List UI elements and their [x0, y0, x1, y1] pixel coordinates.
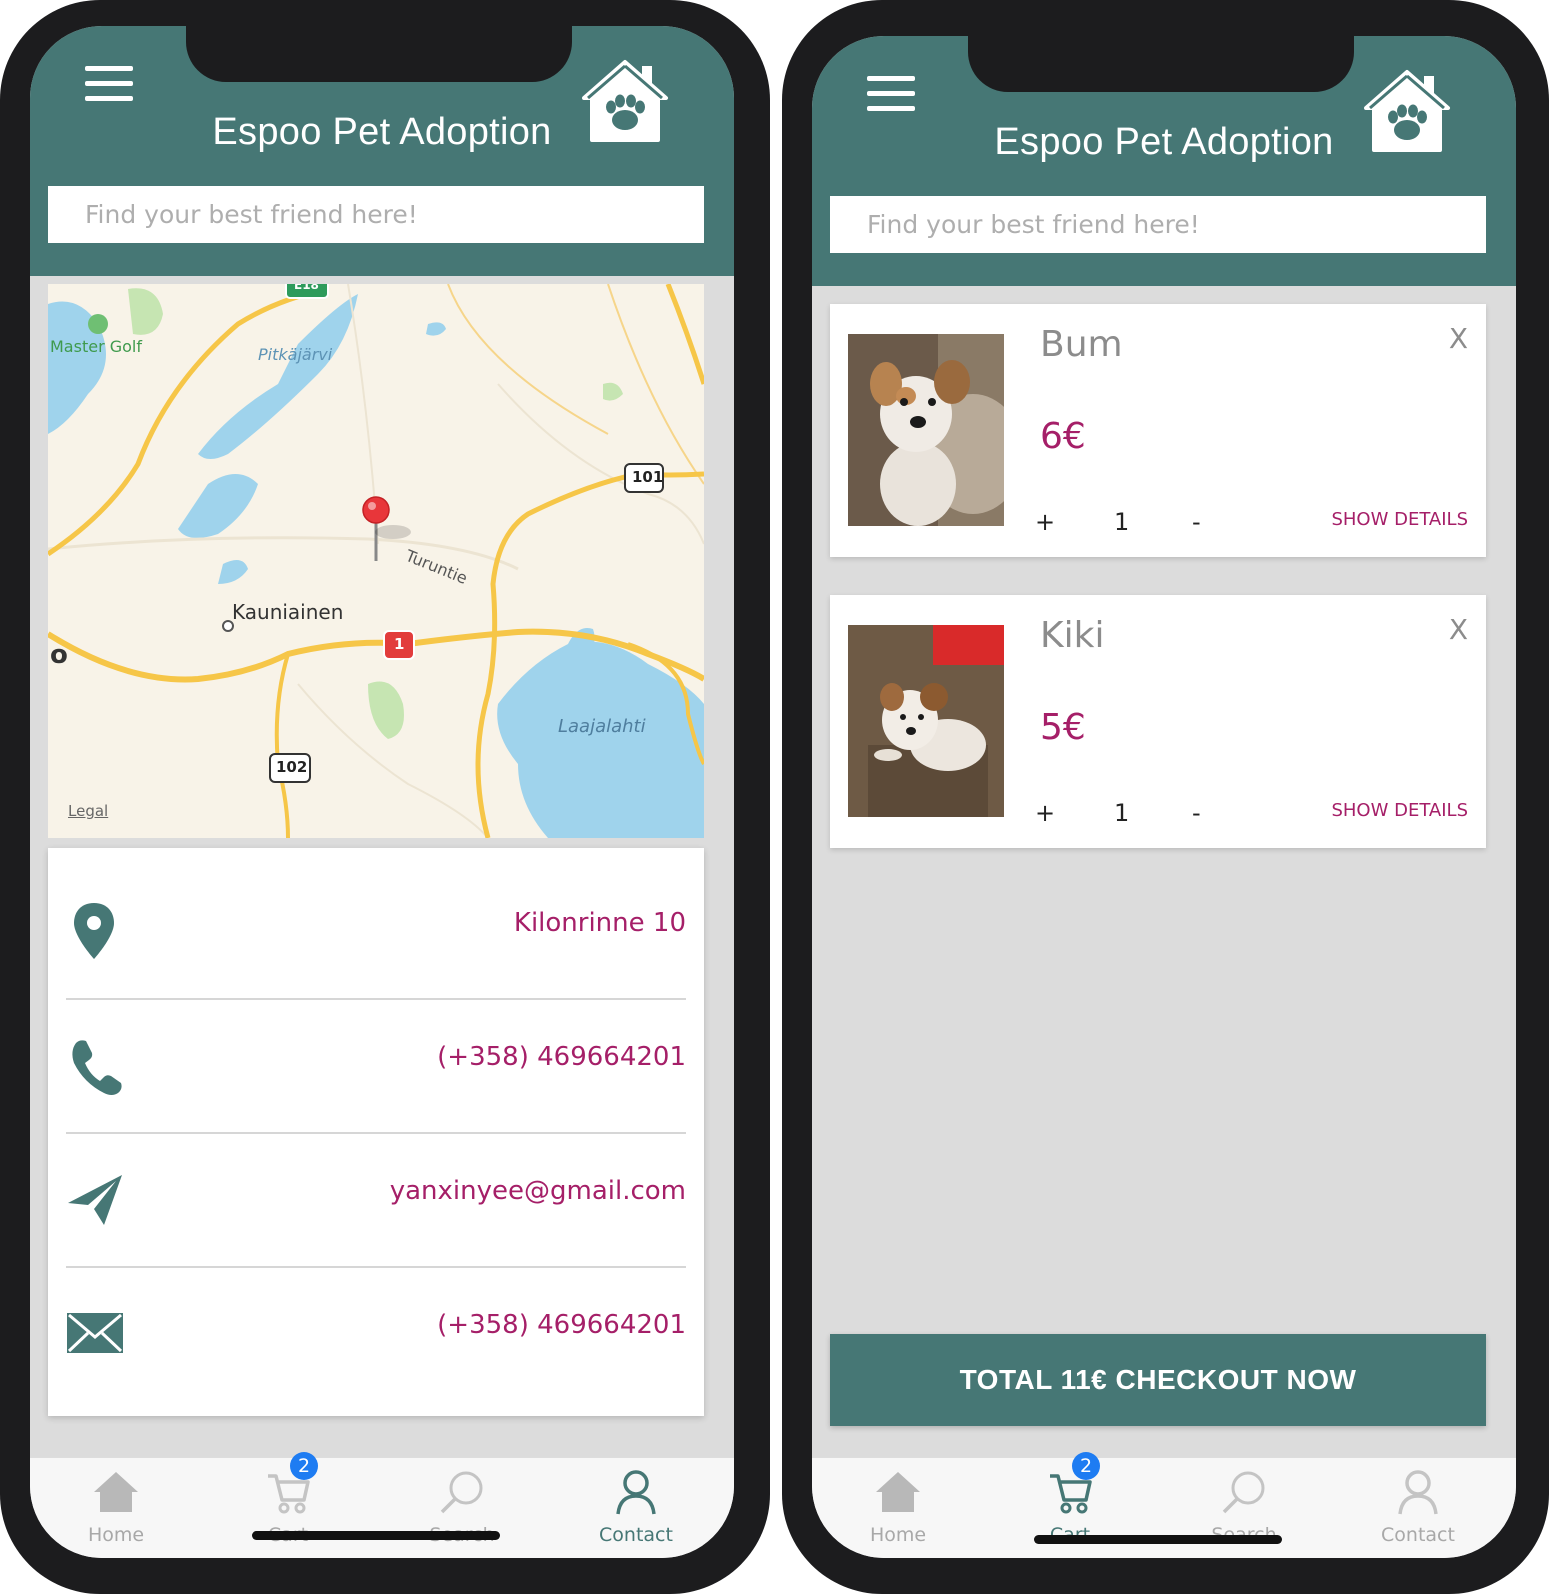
phone-notch [968, 36, 1354, 92]
location-map[interactable]: Master Golf Pitkäjärvi Turuntie Kauniain… [48, 284, 704, 838]
contact-info-card: Kilonrinne 10 (+358) 469664201 yanxinyee… [48, 848, 704, 1416]
tab-label-home: Home [869, 1524, 927, 1546]
bottom-tab-bar: Home 2 Cart Search [30, 1452, 734, 1558]
remove-item-button[interactable]: X [1449, 322, 1468, 355]
search-icon [440, 1471, 483, 1514]
road-shield-e18: E18 [294, 284, 319, 292]
email-value: yanxinyee@gmail.com [389, 1176, 686, 1206]
tab-home[interactable]: Home [828, 1458, 968, 1558]
road-shield-102: 102 [276, 758, 308, 776]
mail-value: (+358) 469664201 [437, 1310, 686, 1340]
map-legal-link[interactable]: Legal [68, 802, 108, 820]
phone-icon [72, 1040, 122, 1095]
search-icon [1222, 1471, 1265, 1514]
remove-item-button[interactable]: X [1449, 613, 1468, 646]
home-indicator [1034, 1535, 1282, 1544]
envelope-icon [67, 1313, 123, 1353]
address-value: Kilonrinne 10 [513, 908, 686, 938]
pet-name: Bum [1040, 324, 1123, 365]
show-details-button[interactable]: SHOW DETAILS [1331, 800, 1468, 821]
pet-price: 5€ [1040, 707, 1086, 748]
map-label-kauniainen: Kauniainen [232, 600, 344, 624]
quantity-increment-button[interactable]: + [1035, 508, 1055, 536]
contact-email-row[interactable]: yanxinyee@gmail.com [66, 1132, 686, 1266]
person-icon [616, 1470, 656, 1515]
paw-house-icon [1364, 70, 1450, 152]
home-icon [94, 1472, 138, 1512]
pet-name: Kiki [1040, 615, 1105, 656]
contact-screen: Espoo Pet Adoption Find your best friend… [30, 26, 734, 1558]
send-icon [68, 1175, 122, 1225]
home-icon [876, 1472, 920, 1512]
search-input[interactable] [48, 186, 704, 243]
tab-contact[interactable]: Contact [1348, 1458, 1488, 1558]
left-phone-frame: Espoo Pet Adoption Find your best friend… [0, 0, 770, 1594]
phone-value: (+358) 469664201 [437, 1042, 686, 1072]
hamburger-menu-button[interactable] [867, 76, 915, 112]
map-graphics [48, 284, 704, 838]
tab-contact[interactable]: Contact [566, 1458, 706, 1558]
phone-notch [186, 26, 572, 82]
paw-house-icon [582, 60, 668, 142]
tab-label-contact: Contact [1381, 1524, 1455, 1546]
cart-badge: 2 [290, 1452, 318, 1480]
map-label-edge: o [50, 640, 68, 670]
quantity-value: 1 [1114, 799, 1130, 827]
map-label-pitkajarvi: Pitkäjärvi [258, 345, 333, 364]
home-indicator [252, 1531, 500, 1540]
contact-phone-row[interactable]: (+358) 469664201 [66, 998, 686, 1132]
tab-cart[interactable]: 2 Cart [218, 1452, 358, 1558]
location-pin-icon [74, 903, 114, 959]
tab-label-contact: Contact [599, 1524, 673, 1546]
contact-mail-row[interactable]: (+358) 469664201 [66, 1266, 686, 1400]
map-label-master-golf: Master Golf [50, 337, 142, 356]
road-shield-1: 1 [394, 635, 405, 653]
cart-badge: 2 [1072, 1452, 1100, 1480]
quantity-value: 1 [1114, 508, 1130, 536]
right-phone-frame: Espoo Pet Adoption Find your best friend… [782, 0, 1549, 1594]
quantity-decrement-button[interactable]: - [1192, 799, 1201, 827]
map-label-laajalahti: Laajalahti [558, 716, 646, 737]
road-shield-101: 101 [632, 468, 664, 486]
quantity-increment-button[interactable]: + [1035, 799, 1055, 827]
cart-item: Kiki 5€ X + 1 - SHOW DETAILS [830, 595, 1486, 848]
pet-photo-kiki [848, 625, 1004, 817]
cart-screen: Espoo Pet Adoption Find your best friend… [812, 36, 1516, 1558]
search-input[interactable] [830, 196, 1486, 253]
checkout-button[interactable]: TOTAL 11€ CHECKOUT NOW [830, 1334, 1486, 1426]
quantity-decrement-button[interactable]: - [1192, 508, 1201, 536]
pet-photo-bum [848, 334, 1004, 526]
cart-item: Bum 6€ X + 1 - SHOW DETAILS [830, 304, 1486, 557]
tab-home[interactable]: Home [46, 1458, 186, 1558]
tab-label-home: Home [87, 1524, 145, 1546]
show-details-button[interactable]: SHOW DETAILS [1331, 509, 1468, 530]
pet-price: 6€ [1040, 416, 1086, 457]
person-icon [1398, 1470, 1438, 1515]
contact-address-row[interactable]: Kilonrinne 10 [66, 864, 686, 998]
tab-search[interactable]: Search [392, 1458, 532, 1558]
hamburger-menu-button[interactable] [85, 66, 133, 102]
